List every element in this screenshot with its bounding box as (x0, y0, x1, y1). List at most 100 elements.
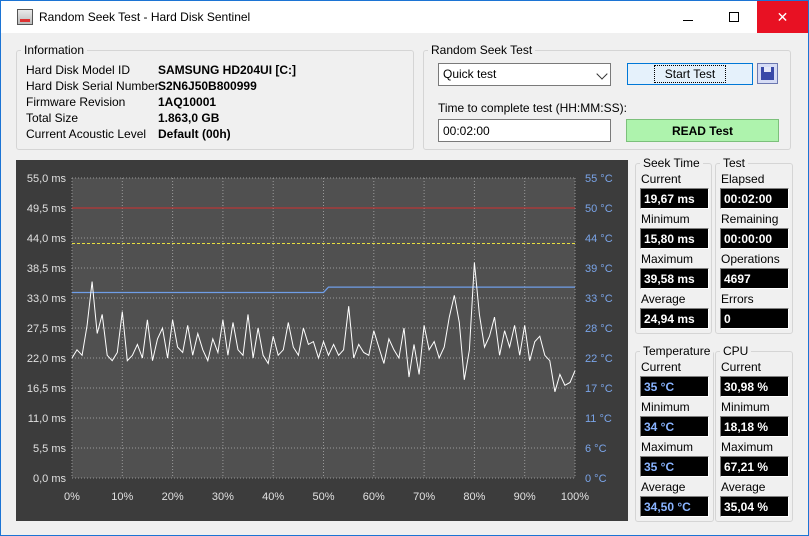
x-tick-label: 80% (463, 491, 485, 503)
x-tick-label: 40% (262, 491, 284, 503)
info-label: Current Acoustic Level (26, 127, 147, 141)
temp-minimum-value: 34 °C (640, 416, 709, 437)
x-tick-label: 60% (363, 491, 385, 503)
floppy-disk-icon[interactable] (757, 63, 778, 84)
maximize-button[interactable] (711, 1, 757, 33)
y-right-tick-label: 44 °C (585, 233, 613, 245)
disk-sentinel-app-icon (17, 9, 33, 25)
cpu-legend: CPU (723, 344, 749, 358)
x-tick-label: 0% (64, 491, 80, 503)
temp-current-value: 35 °C (640, 376, 709, 397)
cpu-average-label: Average (721, 480, 766, 494)
temp-maximum-value: 35 °C (640, 456, 709, 477)
y-left-tick-label: 33,0 ms (27, 293, 67, 305)
maximize-icon (729, 12, 739, 22)
seek-time-legend: Seek Time (643, 156, 700, 170)
test-operations-label: Operations (721, 252, 780, 266)
test-elapsed-label: Elapsed (721, 172, 765, 186)
seek-time-chart: 55,0 ms 55 °C 49,5 ms 50 °C 44,0 ms 44 °C 38,5… (16, 160, 628, 521)
seek-test-legend: Random Seek Test (431, 43, 533, 57)
test-errors-label: Errors (721, 292, 754, 306)
cpu-minimum-label: Minimum (721, 400, 770, 414)
x-tick-label: 20% (162, 491, 184, 503)
x-tick-label: 50% (312, 491, 334, 503)
y-right-tick-label: 39 °C (585, 263, 613, 275)
test-elapsed-value: 00:02:00 (720, 188, 789, 209)
y-left-tick-label: 22,0 ms (27, 353, 67, 365)
temp-maximum-label: Maximum (641, 440, 694, 454)
temperature-legend: Temperature (643, 344, 711, 358)
seek-maximum-label: Maximum (641, 252, 694, 266)
app-window: Random Seek Test - Hard Disk Sentinel ✕ … (0, 0, 809, 536)
y-right-tick-label: 0 °C (585, 473, 607, 485)
test-errors-value: 0 (720, 308, 789, 329)
close-icon: ✕ (776, 8, 789, 25)
close-button[interactable]: ✕ (757, 1, 808, 33)
time-to-complete-label: Time to complete test (HH:MM:SS): (438, 101, 627, 115)
y-left-tick-label: 49,5 ms (27, 203, 67, 215)
cpu-maximum-label: Maximum (721, 440, 774, 454)
y-right-tick-label: 55 °C (585, 173, 613, 185)
y-left-tick-label: 55,0 ms (27, 173, 67, 185)
seek-current-value: 19,67 ms (640, 188, 709, 209)
test-mode-value: Quick test (443, 67, 497, 81)
cpu-minimum-value: 18,18 % (720, 416, 789, 437)
y-left-tick-label: 16,5 ms (27, 383, 67, 395)
test-remaining-value: 00:00:00 (720, 228, 789, 249)
time-to-complete-input[interactable]: 00:02:00 (438, 119, 611, 142)
start-test-label: Start Test (653, 65, 727, 83)
x-tick-label: 100% (561, 491, 589, 503)
seek-average-label: Average (641, 292, 686, 306)
test-remaining-label: Remaining (721, 212, 779, 226)
cpu-current-label: Current (721, 360, 762, 374)
minimize-icon (683, 19, 693, 21)
y-left-tick-label: 5,5 ms (33, 443, 67, 455)
minimize-button[interactable] (665, 1, 711, 33)
y-left-tick-label: 38,5 ms (27, 263, 67, 275)
info-value: SAMSUNG HD204UI [C:] (158, 63, 297, 77)
info-label: Firmware Revision (26, 95, 126, 109)
y-left-tick-label: 44,0 ms (27, 233, 67, 245)
cpu-average-value: 35,04 % (720, 496, 789, 517)
temp-average-label: Average (641, 480, 686, 494)
y-right-tick-label: 11 °C (585, 413, 612, 425)
info-value: 1.863,0 GB (158, 111, 220, 125)
x-tick-label: 30% (212, 491, 234, 503)
y-right-tick-label: 50 °C (585, 203, 613, 215)
cpu-maximum-value: 67,21 % (720, 456, 789, 477)
information-legend: Information (24, 43, 85, 57)
title-bar[interactable]: Random Seek Test - Hard Disk Sentinel ✕ (1, 1, 808, 33)
y-right-tick-label: 17 °C (585, 383, 613, 395)
temp-current-label: Current (641, 360, 682, 374)
chevron-down-icon (596, 68, 608, 80)
temp-average-value: 34,50 °C (640, 496, 709, 517)
x-tick-label: 70% (413, 491, 435, 503)
info-label: Hard Disk Serial Number (26, 79, 159, 93)
y-right-tick-label: 33 °C (585, 293, 613, 305)
y-right-tick-label: 22 °C (585, 353, 613, 365)
info-value: Default (00h) (158, 127, 231, 141)
info-label: Total Size (26, 111, 79, 125)
chart-svg: 55,0 ms 55 °C 49,5 ms 50 °C 44,0 ms 44 °C 38,5… (27, 173, 613, 503)
window-title: Random Seek Test - Hard Disk Sentinel (39, 10, 251, 24)
info-value: 1AQ10001 (158, 95, 217, 109)
seek-minimum-label: Minimum (641, 212, 690, 226)
y-right-tick-label: 6 °C (585, 443, 607, 455)
seek-maximum-value: 39,58 ms (640, 268, 709, 289)
x-tick-label: 10% (111, 491, 133, 503)
y-left-tick-label: 11,0 ms (28, 413, 67, 425)
info-value: S2N6J50B800999 (158, 79, 257, 93)
cpu-current-value: 30,98 % (720, 376, 789, 397)
y-right-tick-label: 28 °C (585, 323, 613, 335)
read-test-button[interactable]: READ Test (626, 119, 779, 142)
seek-minimum-value: 15,80 ms (640, 228, 709, 249)
info-label: Hard Disk Model ID (26, 63, 131, 77)
start-test-button[interactable]: Start Test (627, 63, 753, 85)
y-left-tick-label: 27,5 ms (27, 323, 67, 335)
test-mode-select[interactable]: Quick test (438, 63, 611, 86)
y-left-tick-label: 0,0 ms (33, 473, 67, 485)
x-tick-label: 90% (514, 491, 536, 503)
seek-current-label: Current (641, 172, 682, 186)
temp-minimum-label: Minimum (641, 400, 690, 414)
seek-average-value: 24,94 ms (640, 308, 709, 329)
